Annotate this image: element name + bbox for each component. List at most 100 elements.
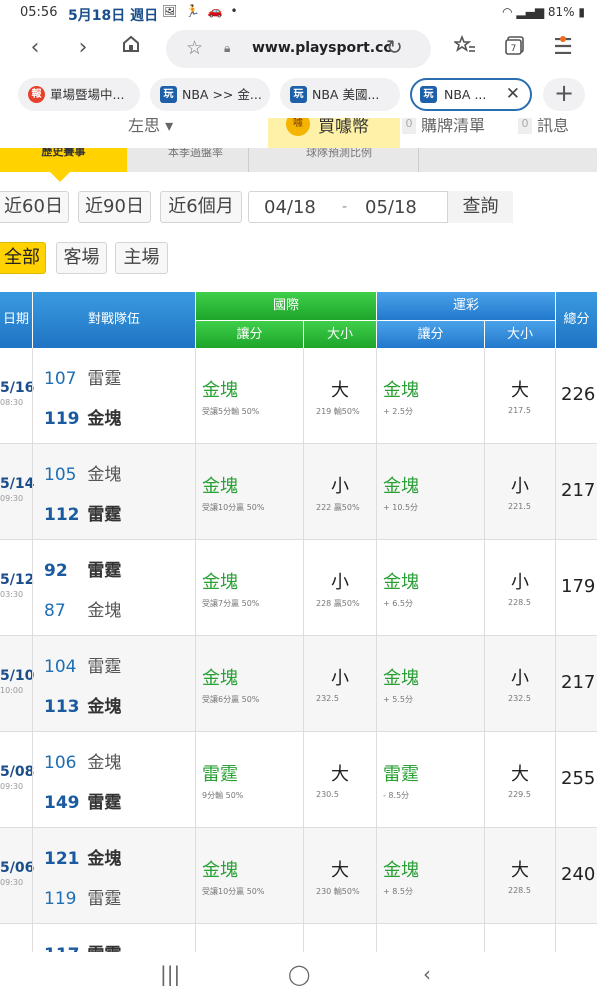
home-icon[interactable] (116, 34, 146, 64)
table-row[interactable]: 5/08 09:30 106 金塊 149 雷霆 雷霆 9分輸 50% 大 23… (0, 732, 597, 828)
game-time: 10:00 (0, 686, 24, 695)
team2-name[interactable]: 雷霆 (87, 505, 121, 525)
team2-name[interactable]: 雷霆 (87, 889, 121, 909)
team-line-2: 87 金塊 (44, 596, 121, 621)
team2-score: 112 (44, 505, 80, 525)
user-menu[interactable]: 左思 ▾ (128, 118, 173, 136)
lottery-spread-pick: 金塊 (383, 380, 419, 401)
lock-icon: 🔒︎ (224, 41, 231, 55)
table-row[interactable]: 5/16 08:30 107 雷霆 119 金塊 金塊 受讓5分輸 50% 大 … (0, 348, 597, 444)
bookmark-star-icon[interactable]: ☆ (186, 37, 203, 59)
tab-season-cover[interactable]: 本季過盤率 (168, 148, 223, 160)
team1-name[interactable]: 金塊 (87, 753, 121, 773)
system-nav-bar: ||| ◯ ‹ (0, 952, 597, 1000)
team2-name[interactable]: 金塊 (87, 601, 121, 621)
total-score: 240 (561, 864, 596, 885)
intl-spread-note: 受讓7分贏 50% (202, 599, 260, 608)
game-date: 5/10 (0, 668, 35, 684)
tab-team-ratio[interactable]: 球隊預測比例 (306, 148, 372, 160)
tab-1[interactable]: 報 單場暨場中... (18, 78, 140, 111)
intl-ou-note: 232.5 (316, 694, 339, 703)
intl-ou-note: 228 贏50% (316, 599, 360, 608)
divider (376, 732, 377, 828)
reload-icon[interactable]: ↻ (386, 35, 403, 59)
divider (376, 540, 377, 636)
team2-name[interactable]: 金塊 (87, 409, 121, 429)
lottery-ou-note: 228.5 (508, 598, 531, 607)
recent-apps-icon[interactable]: ||| (160, 962, 180, 986)
lottery-spread-pick: 金塊 (383, 860, 419, 881)
back-nav-icon[interactable]: ‹ (423, 962, 431, 986)
game-time: 03:30 (0, 590, 24, 599)
home-circle-icon[interactable]: ◯ (288, 962, 310, 986)
table-row[interactable]: 5/10 10:00 104 雷霆 113 金塊 金塊 受讓6分贏 50% 小 … (0, 636, 597, 732)
tabs-count-icon[interactable]: 7 (500, 34, 530, 64)
divider (376, 348, 377, 444)
game-time: 09:30 (0, 878, 24, 887)
menu-icon[interactable]: ☰ (548, 34, 578, 64)
team2-name[interactable]: 雷霆 (87, 793, 121, 813)
divider (484, 348, 485, 444)
query-button[interactable]: 查詢 (447, 191, 513, 223)
bookmarks-icon[interactable] (450, 34, 480, 64)
divider (32, 636, 33, 732)
total-score: 255 (561, 768, 596, 789)
tab-active[interactable]: 玩 NBA ... ✕ (410, 78, 532, 111)
team1-name[interactable]: 金塊 (87, 465, 121, 485)
filter-90-days-button[interactable]: 近90日 (78, 191, 151, 223)
intl-spread-pick: 雷霆 (202, 764, 238, 785)
divider (484, 540, 485, 636)
col-lot-spread-label: 讓分 (417, 327, 444, 342)
team1-score: 107 (44, 369, 77, 389)
url-text[interactable]: www.playsport.cc (252, 40, 392, 56)
team-line-2: 119 雷霆 (44, 884, 121, 909)
divider (484, 828, 485, 924)
intl-spread-pick: 金塊 (202, 860, 238, 881)
col-intl-label: 國際 (272, 298, 299, 313)
intl-spread-note: 9分輸 50% (202, 791, 244, 800)
tab-2[interactable]: 玩 NBA >> 金... (150, 78, 270, 111)
team2-score: 113 (44, 697, 80, 717)
back-icon[interactable]: ‹ (20, 34, 50, 64)
filter-away-button[interactable]: 客場 (56, 242, 107, 274)
tab-3[interactable]: 玩 NBA 美國... (280, 78, 400, 111)
team1-name[interactable]: 雷霆 (87, 657, 121, 677)
filter-all-button[interactable]: 全部 (0, 242, 46, 274)
filter-6-months-button[interactable]: 近6個月 (160, 191, 242, 223)
game-time: 09:30 (0, 494, 24, 503)
team1-name[interactable]: 雷霆 (87, 561, 121, 581)
tab-history[interactable]: 歷史賽事 (0, 148, 127, 172)
team-line-1: 104 雷霆 (44, 652, 121, 677)
coin-button[interactable]: 噱 買噱幣 (268, 118, 400, 148)
date-from-input[interactable]: 04/18 (264, 197, 316, 218)
team1-score: 92 (44, 561, 68, 581)
divider (32, 828, 33, 924)
address-bar[interactable]: ☆ 🔒︎ www.playsport.cc ↻ (166, 30, 431, 68)
table-row[interactable]: 5/12 03:30 92 雷霆 87 金塊 金塊 受讓7分贏 50% 小 22… (0, 540, 597, 636)
new-tab-button[interactable]: + (543, 78, 585, 111)
team1-name[interactable]: 金塊 (87, 849, 121, 869)
table-header: 日期 對戰隊伍 國際 讓分 大小 運彩 讓分 大小 總分 (0, 292, 597, 348)
table-row[interactable]: 5/14 09:30 105 金塊 112 雷霆 金塊 受讓10分贏 50% 小… (0, 444, 597, 540)
message-link[interactable]: 訊息 (537, 118, 569, 136)
lottery-ou-pick: 小 (511, 668, 529, 689)
table-row[interactable]: 5/06 09:30 121 金塊 119 雷霆 金塊 受讓10分贏 50% 大… (0, 828, 597, 924)
team1-name[interactable]: 雷霆 (87, 369, 121, 389)
col-lot-ou: 大小 (485, 321, 555, 348)
date-to-input[interactable]: 05/18 (365, 197, 417, 218)
team-line-1: 121 金塊 (44, 844, 121, 869)
team1-score: 121 (44, 849, 80, 869)
forward-icon[interactable]: › (68, 34, 98, 64)
status-bar: 05:56 5月18日 週日 🖼 🏃 🚗 • ◠ ▂▄▆ 81% ▮ (0, 0, 597, 26)
date-range: 04/18 - 05/18 查詢 (248, 191, 513, 223)
lottery-spread-note: + 10.5分 (383, 503, 419, 512)
lottery-spread-note: - 8.5分 (383, 791, 410, 800)
col-date: 日期 (0, 292, 32, 348)
filter-60-days-button[interactable]: 近60日 (0, 191, 69, 223)
close-tab-icon[interactable]: ✕ (506, 80, 520, 109)
playsport-favicon-icon: 玩 (420, 86, 437, 103)
filter-home-button[interactable]: 主場 (115, 242, 168, 274)
team2-name[interactable]: 金塊 (87, 697, 121, 717)
divider (418, 148, 419, 172)
purchase-list-link[interactable]: 購牌清單 (421, 118, 485, 136)
